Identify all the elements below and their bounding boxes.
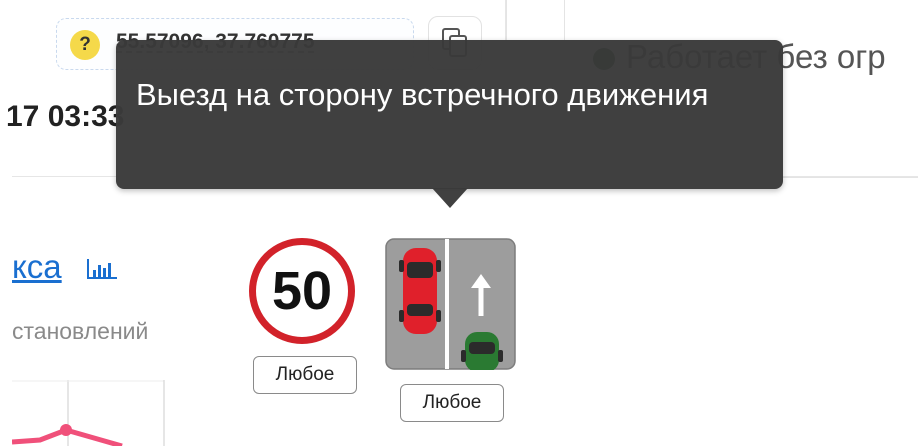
violation-tag: Любое (253, 356, 357, 394)
question-badge-icon[interactable]: ? (70, 30, 100, 60)
section-subtitle: становлений (12, 318, 149, 344)
tooltip-text: Выезд на сторону встречного движения (136, 77, 709, 112)
mini-line-chart (12, 380, 165, 446)
tooltip-arrow (432, 188, 468, 208)
speed-limit-sign-icon[interactable]: 50 (249, 238, 355, 344)
camera-link[interactable]: кса (12, 248, 62, 286)
bar-chart-icon[interactable] (86, 258, 118, 280)
violation-tag: Любое (400, 384, 504, 422)
timestamp: 17 03:33 (6, 100, 125, 133)
oncoming-lane-sign-icon[interactable] (385, 238, 516, 370)
